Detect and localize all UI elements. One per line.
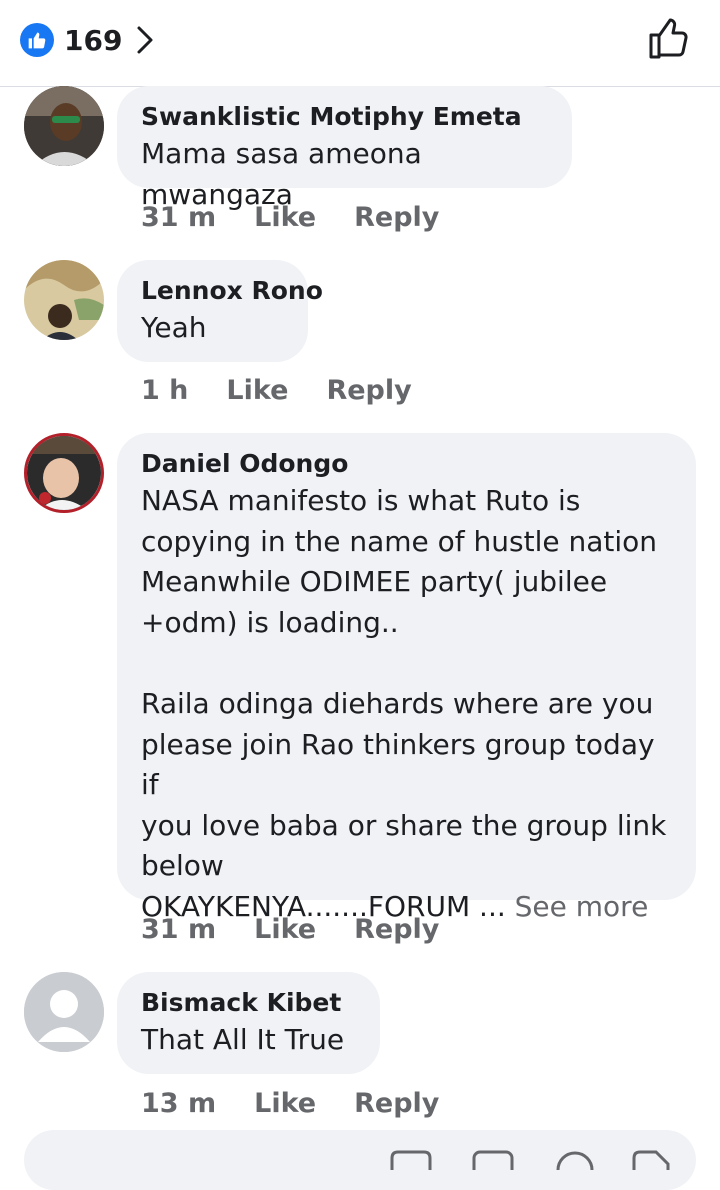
comment-actions: 31 m Like Reply xyxy=(141,914,439,945)
like-count: 169 xyxy=(64,23,123,57)
avatar[interactable] xyxy=(24,433,104,513)
thumbs-up-outline-icon xyxy=(647,17,691,65)
comment-author[interactable]: Lennox Rono xyxy=(141,274,323,308)
avatar[interactable] xyxy=(24,86,104,166)
sticker-icon[interactable] xyxy=(628,1140,674,1170)
comment-bubble: Daniel Odongo NASA manifesto is what Rut… xyxy=(117,433,696,923)
comment-bubble: Swanklistic Motiphy Emeta Mama sasa ameo… xyxy=(117,86,572,211)
like-post-button[interactable] xyxy=(644,16,694,66)
comment-author[interactable]: Bismack Kibet xyxy=(141,986,356,1020)
like-button[interactable]: Like xyxy=(254,202,316,233)
comment-time[interactable]: 13 m xyxy=(141,1088,216,1119)
avatar[interactable] xyxy=(24,260,104,340)
emoji-icon[interactable] xyxy=(552,1140,598,1189)
comment-time[interactable]: 1 h xyxy=(141,375,188,406)
see-more-link[interactable]: See more xyxy=(515,890,649,923)
write-comment-bar[interactable] xyxy=(24,1130,696,1190)
comment-actions: 31 m Like Reply xyxy=(141,202,439,233)
comment-actions: 1 h Like Reply xyxy=(141,375,412,406)
comment-text-body: NASA manifesto is what Ruto is copying i… xyxy=(141,484,667,923)
comment-author[interactable]: Daniel Odongo xyxy=(141,447,672,481)
comment-bubble: Lennox Rono Yeah xyxy=(117,260,323,362)
reactions-header: 169 xyxy=(0,0,720,87)
reply-button[interactable]: Reply xyxy=(354,202,439,233)
chevron-right-icon xyxy=(136,25,154,55)
comment-actions: 13 m Like Reply xyxy=(141,1088,439,1119)
reply-button[interactable]: Reply xyxy=(354,914,439,945)
comment-text: NASA manifesto is what Ruto is copying i… xyxy=(141,481,672,928)
reactions-summary[interactable]: 169 xyxy=(20,22,154,58)
comment-time[interactable]: 31 m xyxy=(141,914,216,945)
like-button[interactable]: Like xyxy=(254,1088,316,1119)
comment-text: That All It True xyxy=(141,1023,345,1056)
comment-author[interactable]: Swanklistic Motiphy Emeta xyxy=(141,100,548,134)
thumbs-up-icon xyxy=(20,23,54,57)
comment-bubble: Bismack Kibet That All It True xyxy=(117,972,380,1074)
like-button[interactable]: Like xyxy=(226,375,288,406)
comment-time[interactable]: 31 m xyxy=(141,202,216,233)
avatar[interactable] xyxy=(24,972,104,1052)
camera-icon[interactable] xyxy=(388,1140,434,1170)
gif-icon[interactable] xyxy=(470,1140,516,1180)
reply-button[interactable]: Reply xyxy=(326,375,411,406)
reply-button[interactable]: Reply xyxy=(354,1088,439,1119)
like-button[interactable]: Like xyxy=(254,914,316,945)
comment-text: Yeah xyxy=(141,311,207,344)
